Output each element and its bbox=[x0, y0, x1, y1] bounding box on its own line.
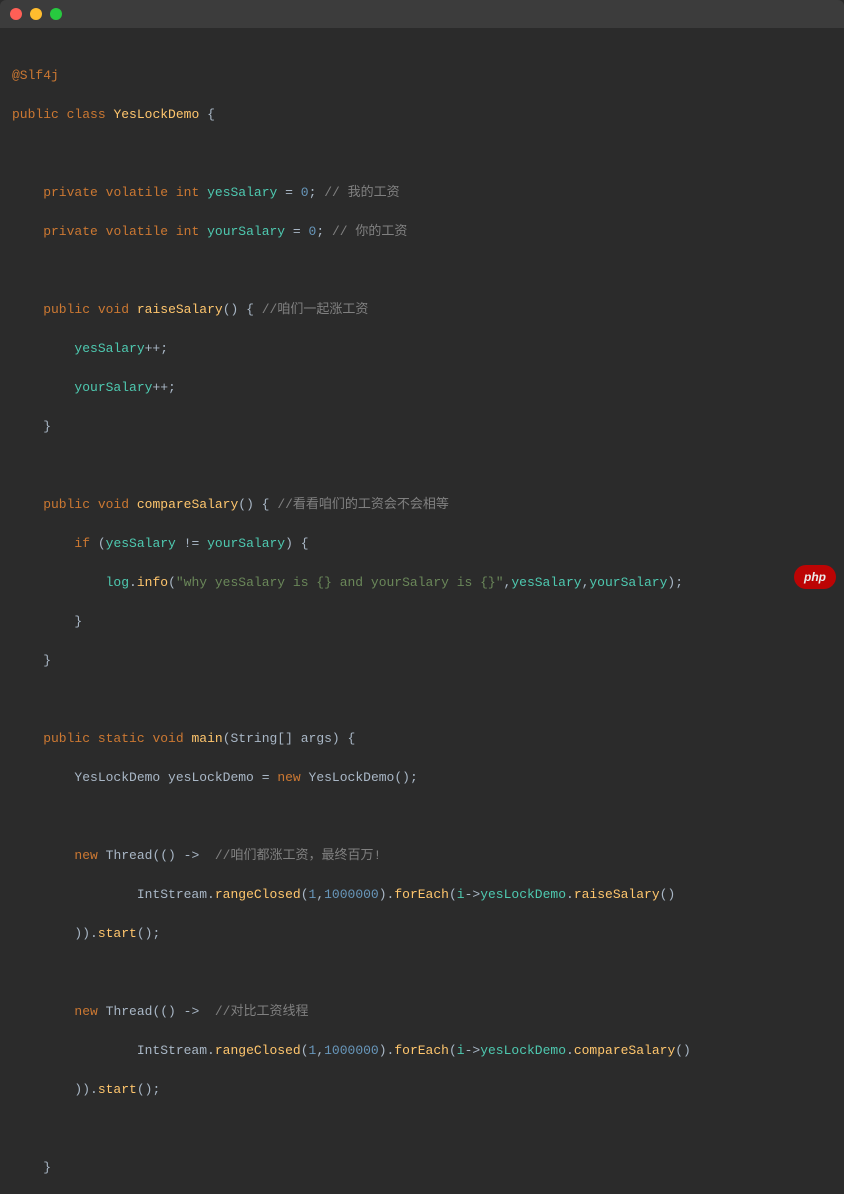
watermark-badge: php bbox=[794, 565, 836, 589]
type-intstream: IntStream bbox=[12, 1043, 207, 1058]
field-ref: yesSalary bbox=[12, 341, 145, 356]
number: 1 bbox=[309, 887, 317, 902]
log-ref: log bbox=[12, 575, 129, 590]
brace: { bbox=[199, 107, 215, 122]
keyword-void: void bbox=[98, 497, 129, 512]
type-thread: Thread bbox=[106, 848, 153, 863]
keyword-static: static bbox=[98, 731, 145, 746]
keyword-private: private bbox=[12, 185, 98, 200]
field-ref: yesSalary bbox=[106, 536, 176, 551]
comment: //咱们都涨工资，最终百万! bbox=[215, 848, 381, 863]
keyword-public: public bbox=[12, 497, 90, 512]
comment: // 我的工资 bbox=[324, 185, 399, 200]
method-main: main bbox=[191, 731, 222, 746]
field-yourSalary: yourSalary bbox=[207, 224, 285, 239]
method-rangeClosed: rangeClosed bbox=[215, 887, 301, 902]
keyword-public: public bbox=[12, 302, 90, 317]
method-rangeClosed: rangeClosed bbox=[215, 1043, 301, 1058]
brace: } bbox=[12, 419, 51, 434]
number: 0 bbox=[301, 185, 309, 200]
type-thread: Thread bbox=[106, 1004, 153, 1019]
number: 1000000 bbox=[324, 1043, 379, 1058]
field-ref: yesSalary bbox=[511, 575, 581, 590]
type-int: int bbox=[176, 185, 199, 200]
var: yesLockDemo bbox=[168, 770, 254, 785]
method-forEach: forEach bbox=[394, 887, 449, 902]
method-compareSalary: compareSalary bbox=[137, 497, 238, 512]
number: 1 bbox=[309, 1043, 317, 1058]
keyword-new: new bbox=[12, 1004, 98, 1019]
brace: } bbox=[12, 653, 51, 668]
method-forEach: forEach bbox=[394, 1043, 449, 1058]
comment: // 你的工资 bbox=[332, 224, 407, 239]
field-yesSalary: yesSalary bbox=[207, 185, 277, 200]
keyword-public: public bbox=[12, 731, 90, 746]
code-editor[interactable]: @Slf4j public class YesLockDemo { privat… bbox=[0, 28, 844, 1194]
number: 1000000 bbox=[324, 887, 379, 902]
method-call: raiseSalary bbox=[574, 887, 660, 902]
brace: } bbox=[12, 1160, 51, 1175]
keyword-private: private bbox=[12, 224, 98, 239]
minimize-icon[interactable] bbox=[30, 8, 42, 20]
annotation: @Slf4j bbox=[12, 68, 59, 83]
keyword-class: class bbox=[67, 107, 106, 122]
string-literal: "why yesSalary is {} and yourSalary is {… bbox=[176, 575, 504, 590]
keyword-volatile: volatile bbox=[106, 185, 168, 200]
method-info: info bbox=[137, 575, 168, 590]
brace: } bbox=[12, 614, 82, 629]
comment: //看看咱们的工资会不会相等 bbox=[277, 497, 449, 512]
keyword-void: void bbox=[152, 731, 183, 746]
var-ref: yesLockDemo bbox=[480, 1043, 566, 1058]
type-int: int bbox=[176, 224, 199, 239]
window-title-bar bbox=[0, 0, 844, 28]
keyword-if: if bbox=[12, 536, 90, 551]
close-icon[interactable] bbox=[10, 8, 22, 20]
type-intstream: IntStream bbox=[12, 887, 207, 902]
keyword-volatile: volatile bbox=[106, 224, 168, 239]
field-ref: yourSalary bbox=[12, 380, 152, 395]
var-ref: yesLockDemo bbox=[480, 887, 566, 902]
class-name: YesLockDemo bbox=[113, 107, 199, 122]
keyword-new: new bbox=[12, 848, 98, 863]
keyword-new: new bbox=[277, 770, 300, 785]
field-ref: yourSalary bbox=[589, 575, 667, 590]
param-i: i bbox=[457, 887, 465, 902]
keyword-public: public bbox=[12, 107, 59, 122]
field-ref: yourSalary bbox=[207, 536, 285, 551]
type: YesLockDemo bbox=[309, 770, 395, 785]
maximize-icon[interactable] bbox=[50, 8, 62, 20]
keyword-void: void bbox=[98, 302, 129, 317]
method-call: compareSalary bbox=[574, 1043, 675, 1058]
comment: //咱们一起涨工资 bbox=[262, 302, 369, 317]
method-start: start bbox=[98, 926, 137, 941]
method-start: start bbox=[98, 1082, 137, 1097]
param-i: i bbox=[457, 1043, 465, 1058]
type: YesLockDemo bbox=[12, 770, 160, 785]
method-raiseSalary: raiseSalary bbox=[137, 302, 223, 317]
comment: //对比工资线程 bbox=[215, 1004, 309, 1019]
